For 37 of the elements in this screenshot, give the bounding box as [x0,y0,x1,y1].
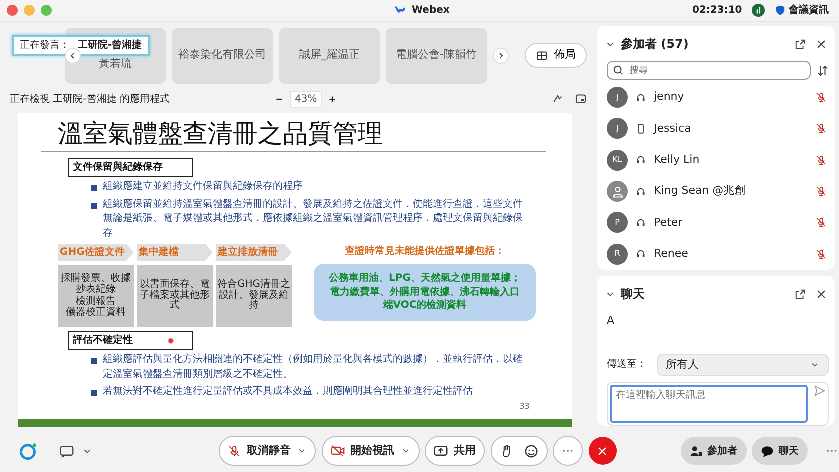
slide-title: 溫室氣體盤查清冊之品質管理 [58,119,384,149]
participant-name: Kelly Lin [654,152,700,168]
step-text: 採購發票、收據 [61,274,131,284]
section-heading: 文件保留與紀錄保存 [68,158,193,177]
participant-name: Jessica [654,120,692,137]
speaker-name: 工研院-曾湘捷 [78,38,142,53]
step-text: 符合GHG清冊之設計、發展及維持 [216,280,292,312]
participant-name: Peter [654,214,683,231]
callout-heading: 查證時常見未能提供佐證單據包括： [345,244,505,259]
step-text: 檢測報告 [76,296,116,306]
participant-name: King Sean @兆創 [654,183,746,200]
panel-title: 聊天 [621,286,645,303]
panel-title: 參加者 (57) [621,36,689,53]
step-text: 抄表紀錄 [76,285,116,296]
speaker-label: 正在發言： [20,38,70,53]
avatar-icon: R [607,244,628,265]
viewing-text: 正在檢視 工研院-曾湘捷 的應用程式 [10,92,170,106]
clock-text: 02:23:10 [692,4,742,18]
callout-text: 公務車用油、LPG、天然氣之使用量單據；電力繳費單、外購用電依據、沸石轉輪入口端VOC的檢測資料 [314,264,536,320]
zoom-level: 43% [290,90,322,108]
window-title: Webex [412,4,450,18]
send-to-label: 傳送至： [607,358,647,372]
bullet-text: 若無法對不確定性進行定量評估或不具成本效益．則應闡明其合理性並進行定性評估 [103,385,473,399]
section-heading: 評估不確定性 [68,331,193,350]
chat-message: A [607,313,616,329]
bullet-text: 組織應評估與量化方法相關連的不確定性（例如用於量化與各模式的數據）．並執行評估．以確定溫室氣體盤查清冊類別層級之不確定性。 [103,353,524,382]
participant-name: Renee [654,246,688,262]
bullet-text: 組織應保留並維持溫室氣體盤查清冊的設計、發展及維持之佐證文件．使能進行查證．這些文件無論是紙張、電子媒體或其他形式．應依據組織之溫室氣體資訊管理程序．處理文保留與紀錄保存 [103,198,524,240]
bullet-text: 組織應建立並維持文件保留與紀錄保存的程序 [103,180,303,194]
step-text: 儀器校正資料 [66,308,126,318]
step-text: 以書面保存、電子檔案或其他形式 [139,280,211,312]
participant-name: jenny [654,89,684,106]
avatar-icon: J [607,87,628,108]
avatar-icon: KL [607,150,628,171]
avatar-icon: P [607,212,628,234]
avatar-icon: J [607,118,628,140]
page-number: 33 [520,401,530,413]
